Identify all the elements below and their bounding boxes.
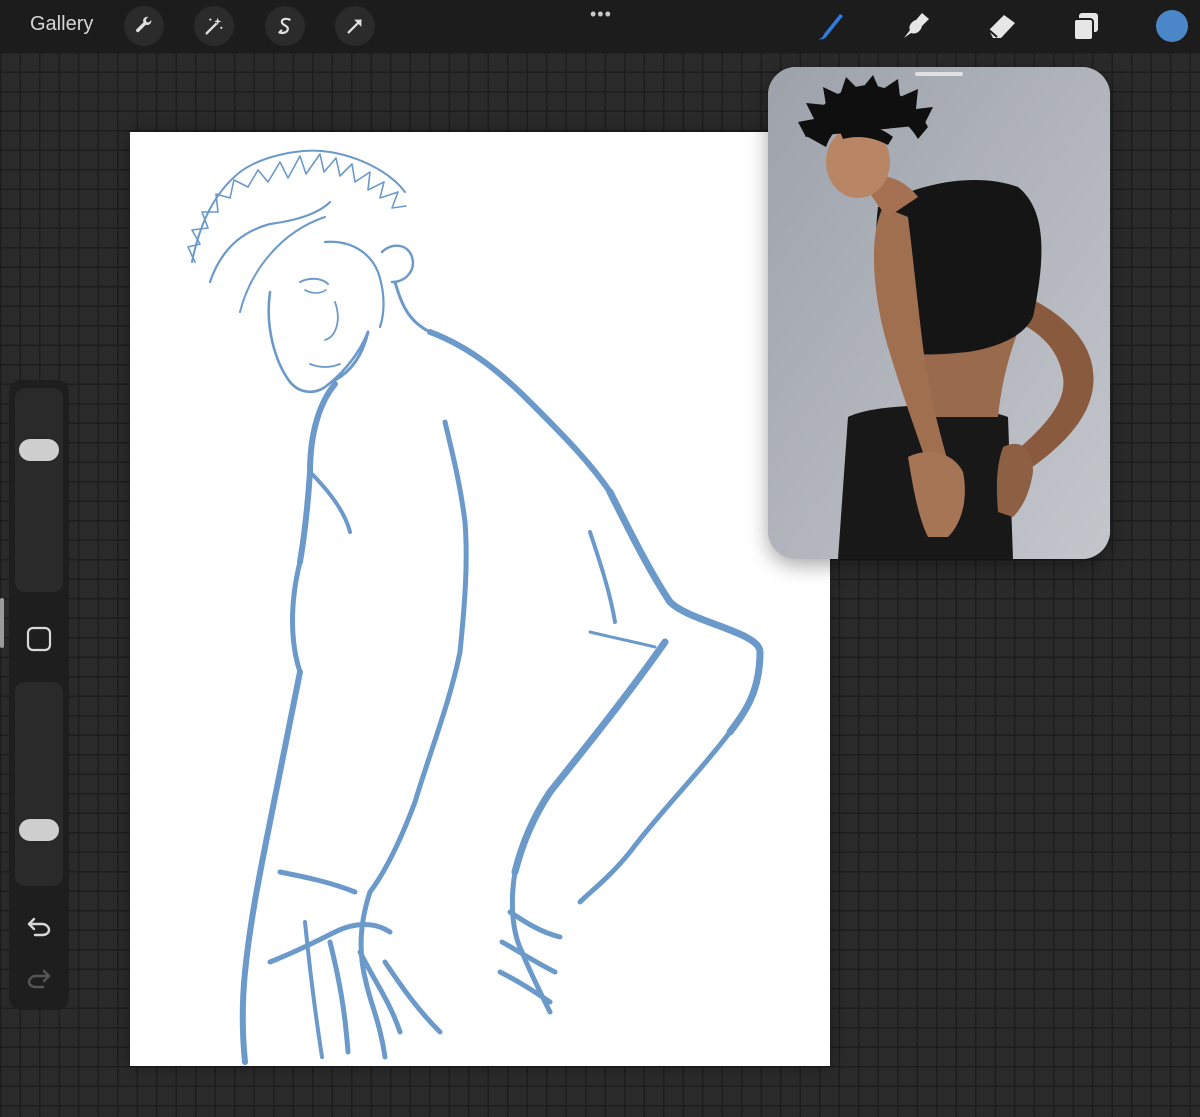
brush-size-thumb[interactable] (19, 439, 59, 461)
reference-photo (768, 67, 1110, 559)
selection-s-icon[interactable] (265, 6, 305, 46)
brush-size-slider[interactable] (15, 388, 63, 592)
drawing-canvas[interactable] (130, 132, 830, 1066)
eraser-icon[interactable] (984, 8, 1020, 44)
left-sidebar (9, 380, 69, 1010)
sidebar-edge-tab[interactable] (0, 598, 4, 648)
reference-image-panel[interactable] (768, 67, 1110, 559)
layers-icon[interactable] (1068, 8, 1104, 44)
sketch-drawing (187, 149, 764, 1065)
opacity-slider[interactable] (15, 682, 63, 886)
redo-icon[interactable] (23, 962, 55, 994)
modify-square-icon[interactable] (24, 624, 54, 654)
reference-drag-handle[interactable] (915, 72, 963, 76)
top-toolbar: Gallery ••• (0, 0, 1200, 52)
color-swatch-button[interactable] (1156, 10, 1188, 42)
transform-arrow-icon[interactable] (335, 6, 375, 46)
more-ellipsis-icon[interactable]: ••• (590, 4, 612, 25)
actions-wrench-icon[interactable] (124, 6, 164, 46)
adjustments-magic-wand-icon[interactable] (194, 6, 234, 46)
gallery-button[interactable]: Gallery (30, 13, 93, 36)
smudge-icon[interactable] (898, 8, 934, 44)
brush-icon[interactable] (812, 8, 848, 44)
opacity-thumb[interactable] (19, 819, 59, 841)
undo-icon[interactable] (23, 910, 55, 942)
